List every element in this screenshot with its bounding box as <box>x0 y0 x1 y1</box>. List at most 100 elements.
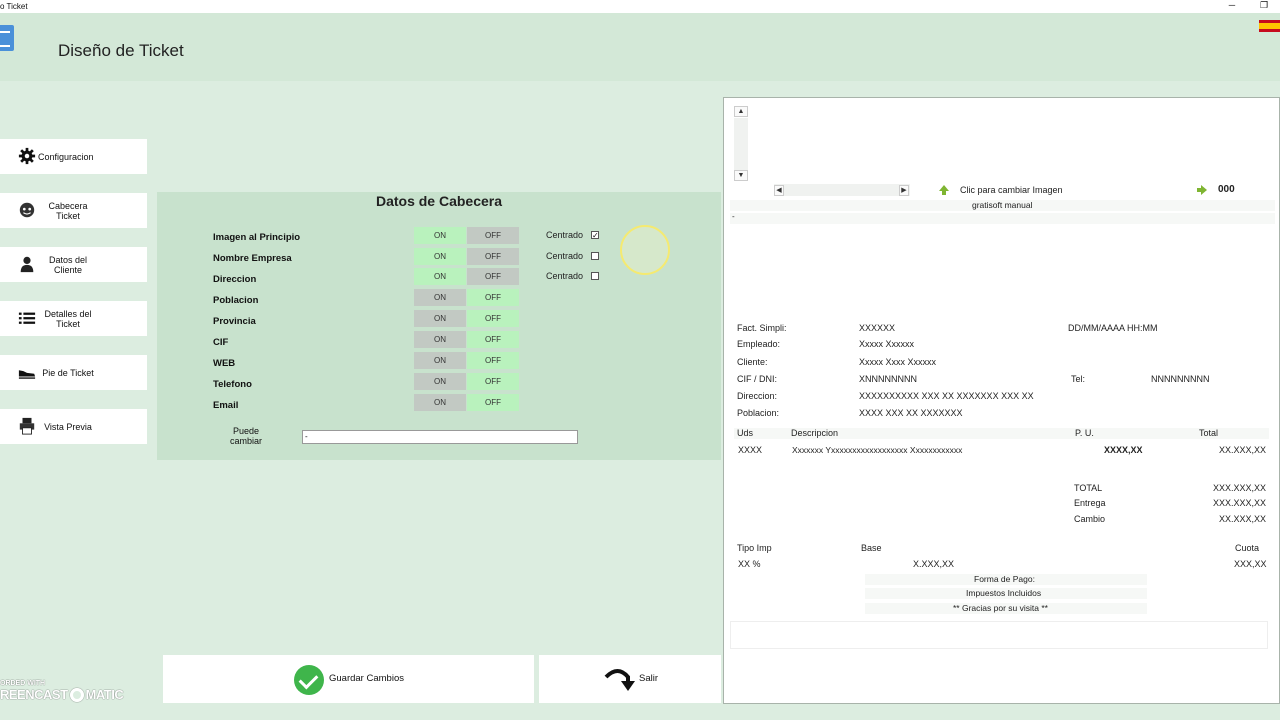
cuota-label: Cuota <box>1235 543 1260 553</box>
row-label-provincia: Provincia <box>213 316 256 327</box>
footer-textbox[interactable] <box>730 621 1268 649</box>
cambio-value: XX.XXX,XX <box>1219 514 1267 524</box>
empleado-label: Empleado: <box>737 339 781 349</box>
scroll-left-button[interactable]: ◀ <box>774 185 784 196</box>
direccion-value: XXXXXXXXXX XXX XX XXXXXXX XXX XX <box>859 391 1034 401</box>
sidebar-item-label: Vista Previa <box>44 421 92 432</box>
entrega-label: Entrega <box>1074 498 1106 508</box>
sidebar-item-cabecera[interactable]: Cabecera Ticket <box>0 193 147 228</box>
tel-label: Tel: <box>1071 374 1086 384</box>
puede-cambiar-input[interactable]: - <box>302 430 578 444</box>
imagen-centrado-checkbox[interactable]: ✓ <box>591 231 599 240</box>
email-off-toggle[interactable]: OFF <box>467 394 519 411</box>
cliente-value: Xxxxx Xxxx Xxxxxx <box>859 357 937 367</box>
screencast-logo-icon <box>69 687 84 702</box>
col-descripcion: Descripcion <box>791 428 839 438</box>
nombre-empresa-off-toggle[interactable]: OFF <box>467 248 519 265</box>
sidebar-item-label: Detalles del Ticket <box>44 308 92 329</box>
address-row <box>730 213 1275 224</box>
nombre-empresa-on-toggle[interactable]: ON <box>414 248 466 265</box>
imagen-centrado-label: Centrado <box>546 230 584 240</box>
window-title: o Ticket <box>0 2 28 11</box>
printer-icon <box>19 417 35 435</box>
forma-pago: Forma de Pago: <box>974 574 1035 584</box>
restore-button[interactable]: ❐ <box>1256 0 1272 13</box>
horizontal-scrollbar[interactable] <box>774 184 910 196</box>
entrega-value: XXX.XXX,XX <box>1213 498 1267 508</box>
provincia-off-toggle[interactable]: OFF <box>467 310 519 327</box>
sidebar-item-configuracion[interactable]: Configuracion <box>0 139 147 174</box>
cif-off-toggle[interactable]: OFF <box>467 331 519 348</box>
screencast-watermark: ORDED WITH REENCAST MATIC <box>0 680 124 702</box>
page-title: Diseño de Ticket <box>58 41 184 60</box>
tipo-imp-value: XX % <box>738 559 761 569</box>
ticket-preview: ▲ ▼ ◀ ▶ Clic para cambiar Imagen 000 gra… <box>723 97 1280 704</box>
fact-simpli-label: Fact. Simpli: <box>737 323 787 333</box>
direccion-off-toggle[interactable]: OFF <box>467 268 519 285</box>
imagen-off-toggle[interactable]: OFF <box>467 227 519 244</box>
email-on-toggle[interactable]: ON <box>414 394 466 411</box>
sidebar-item-datos-cliente[interactable]: Datos del Cliente <box>0 247 147 282</box>
poblacion-on-toggle[interactable]: ON <box>414 289 466 306</box>
app-header: Diseño de Ticket <box>0 13 1280 81</box>
row-label-telefono: Telefono <box>213 379 252 390</box>
telefono-off-toggle[interactable]: OFF <box>467 373 519 390</box>
sidebar-item-label: Pie de Ticket <box>42 367 94 378</box>
poblacion-value: XXXX XXX XX XXXXXXX <box>859 408 963 418</box>
fact-simpli-value: XXXXXX <box>859 323 896 333</box>
col-total: Total <box>1199 428 1219 438</box>
poblacion-off-toggle[interactable]: OFF <box>467 289 519 306</box>
sidebar-item-vista-previa[interactable]: Vista Previa <box>0 409 147 444</box>
face-icon <box>19 202 35 218</box>
watermark-line1: ORDED WITH <box>0 680 46 687</box>
arrow-right-icon[interactable] <box>1196 184 1208 196</box>
cif-value: XNNNNNNNN <box>859 374 917 384</box>
telefono-on-toggle[interactable]: ON <box>414 373 466 390</box>
direccion-on-toggle[interactable]: ON <box>414 268 466 285</box>
direccion-centrado-checkbox[interactable] <box>591 272 599 280</box>
window-titlebar: o Ticket ─ ❐ <box>0 0 1280 13</box>
scroll-down-button[interactable]: ▼ <box>734 170 748 181</box>
save-button[interactable]: Guardar Cambios <box>163 655 534 703</box>
nombre-empresa-centrado-checkbox[interactable] <box>591 252 599 260</box>
sidebar-item-label: Configuracion <box>38 151 94 162</box>
web-on-toggle[interactable]: ON <box>414 352 466 369</box>
row-label-cif: CIF <box>213 337 229 348</box>
minimize-button[interactable]: ─ <box>1224 0 1240 13</box>
watermark-line2: REENCAST <box>0 687 68 702</box>
date-time: DD/MM/AAAA HH:MM <box>1068 323 1158 333</box>
person-icon <box>20 256 34 273</box>
exit-button[interactable]: Salir <box>539 655 721 703</box>
sidebar-item-detalles[interactable]: Detalles del Ticket <box>0 301 147 336</box>
scroll-right-button[interactable]: ▶ <box>899 185 909 196</box>
check-icon <box>294 665 324 695</box>
list-icon <box>18 312 36 324</box>
row-label-poblacion: Poblacion <box>213 295 259 306</box>
sidebar-item-pie[interactable]: Pie de Ticket <box>0 355 147 390</box>
gracias-message: ** Gracias por su visita ** <box>953 603 1048 613</box>
imagen-on-toggle[interactable]: ON <box>414 227 466 244</box>
arrow-up-icon[interactable] <box>938 184 950 196</box>
provincia-on-toggle[interactable]: ON <box>414 310 466 327</box>
scroll-up-button[interactable]: ▲ <box>734 106 748 117</box>
cliente-label: Cliente: <box>737 357 768 367</box>
vertical-scrollbar[interactable] <box>734 118 748 170</box>
address-dash: - <box>732 212 735 221</box>
change-image-hint[interactable]: Clic para cambiar Imagen <box>960 185 1063 195</box>
counter: 000 <box>1218 184 1235 195</box>
cif-label: CIF / DNI: <box>737 374 777 384</box>
cif-on-toggle[interactable]: ON <box>414 331 466 348</box>
exit-button-label: Salir <box>639 673 659 684</box>
row-label-imagen: Imagen al Principio <box>213 232 301 243</box>
spain-flag-icon[interactable] <box>1259 20 1280 32</box>
line-total: XX.XXX,XX <box>1219 445 1267 455</box>
base-value: X.XXX,XX <box>913 559 955 569</box>
cambio-label: Cambio <box>1074 514 1106 524</box>
nombre-empresa-centrado-label: Centrado <box>546 251 584 261</box>
row-label-nombre-empresa: Nombre Empresa <box>213 253 292 264</box>
puede-cambiar-label: Puede cambiar <box>229 426 262 446</box>
web-off-toggle[interactable]: OFF <box>467 352 519 369</box>
line-descripcion: Xxxxxxx Yxxxxxxxxxxxxxxxxxx Xxxxxxxxxxxx <box>792 445 963 455</box>
cuota-value: XXX,XX <box>1234 559 1267 569</box>
watermark-line3: MATIC <box>85 687 124 702</box>
